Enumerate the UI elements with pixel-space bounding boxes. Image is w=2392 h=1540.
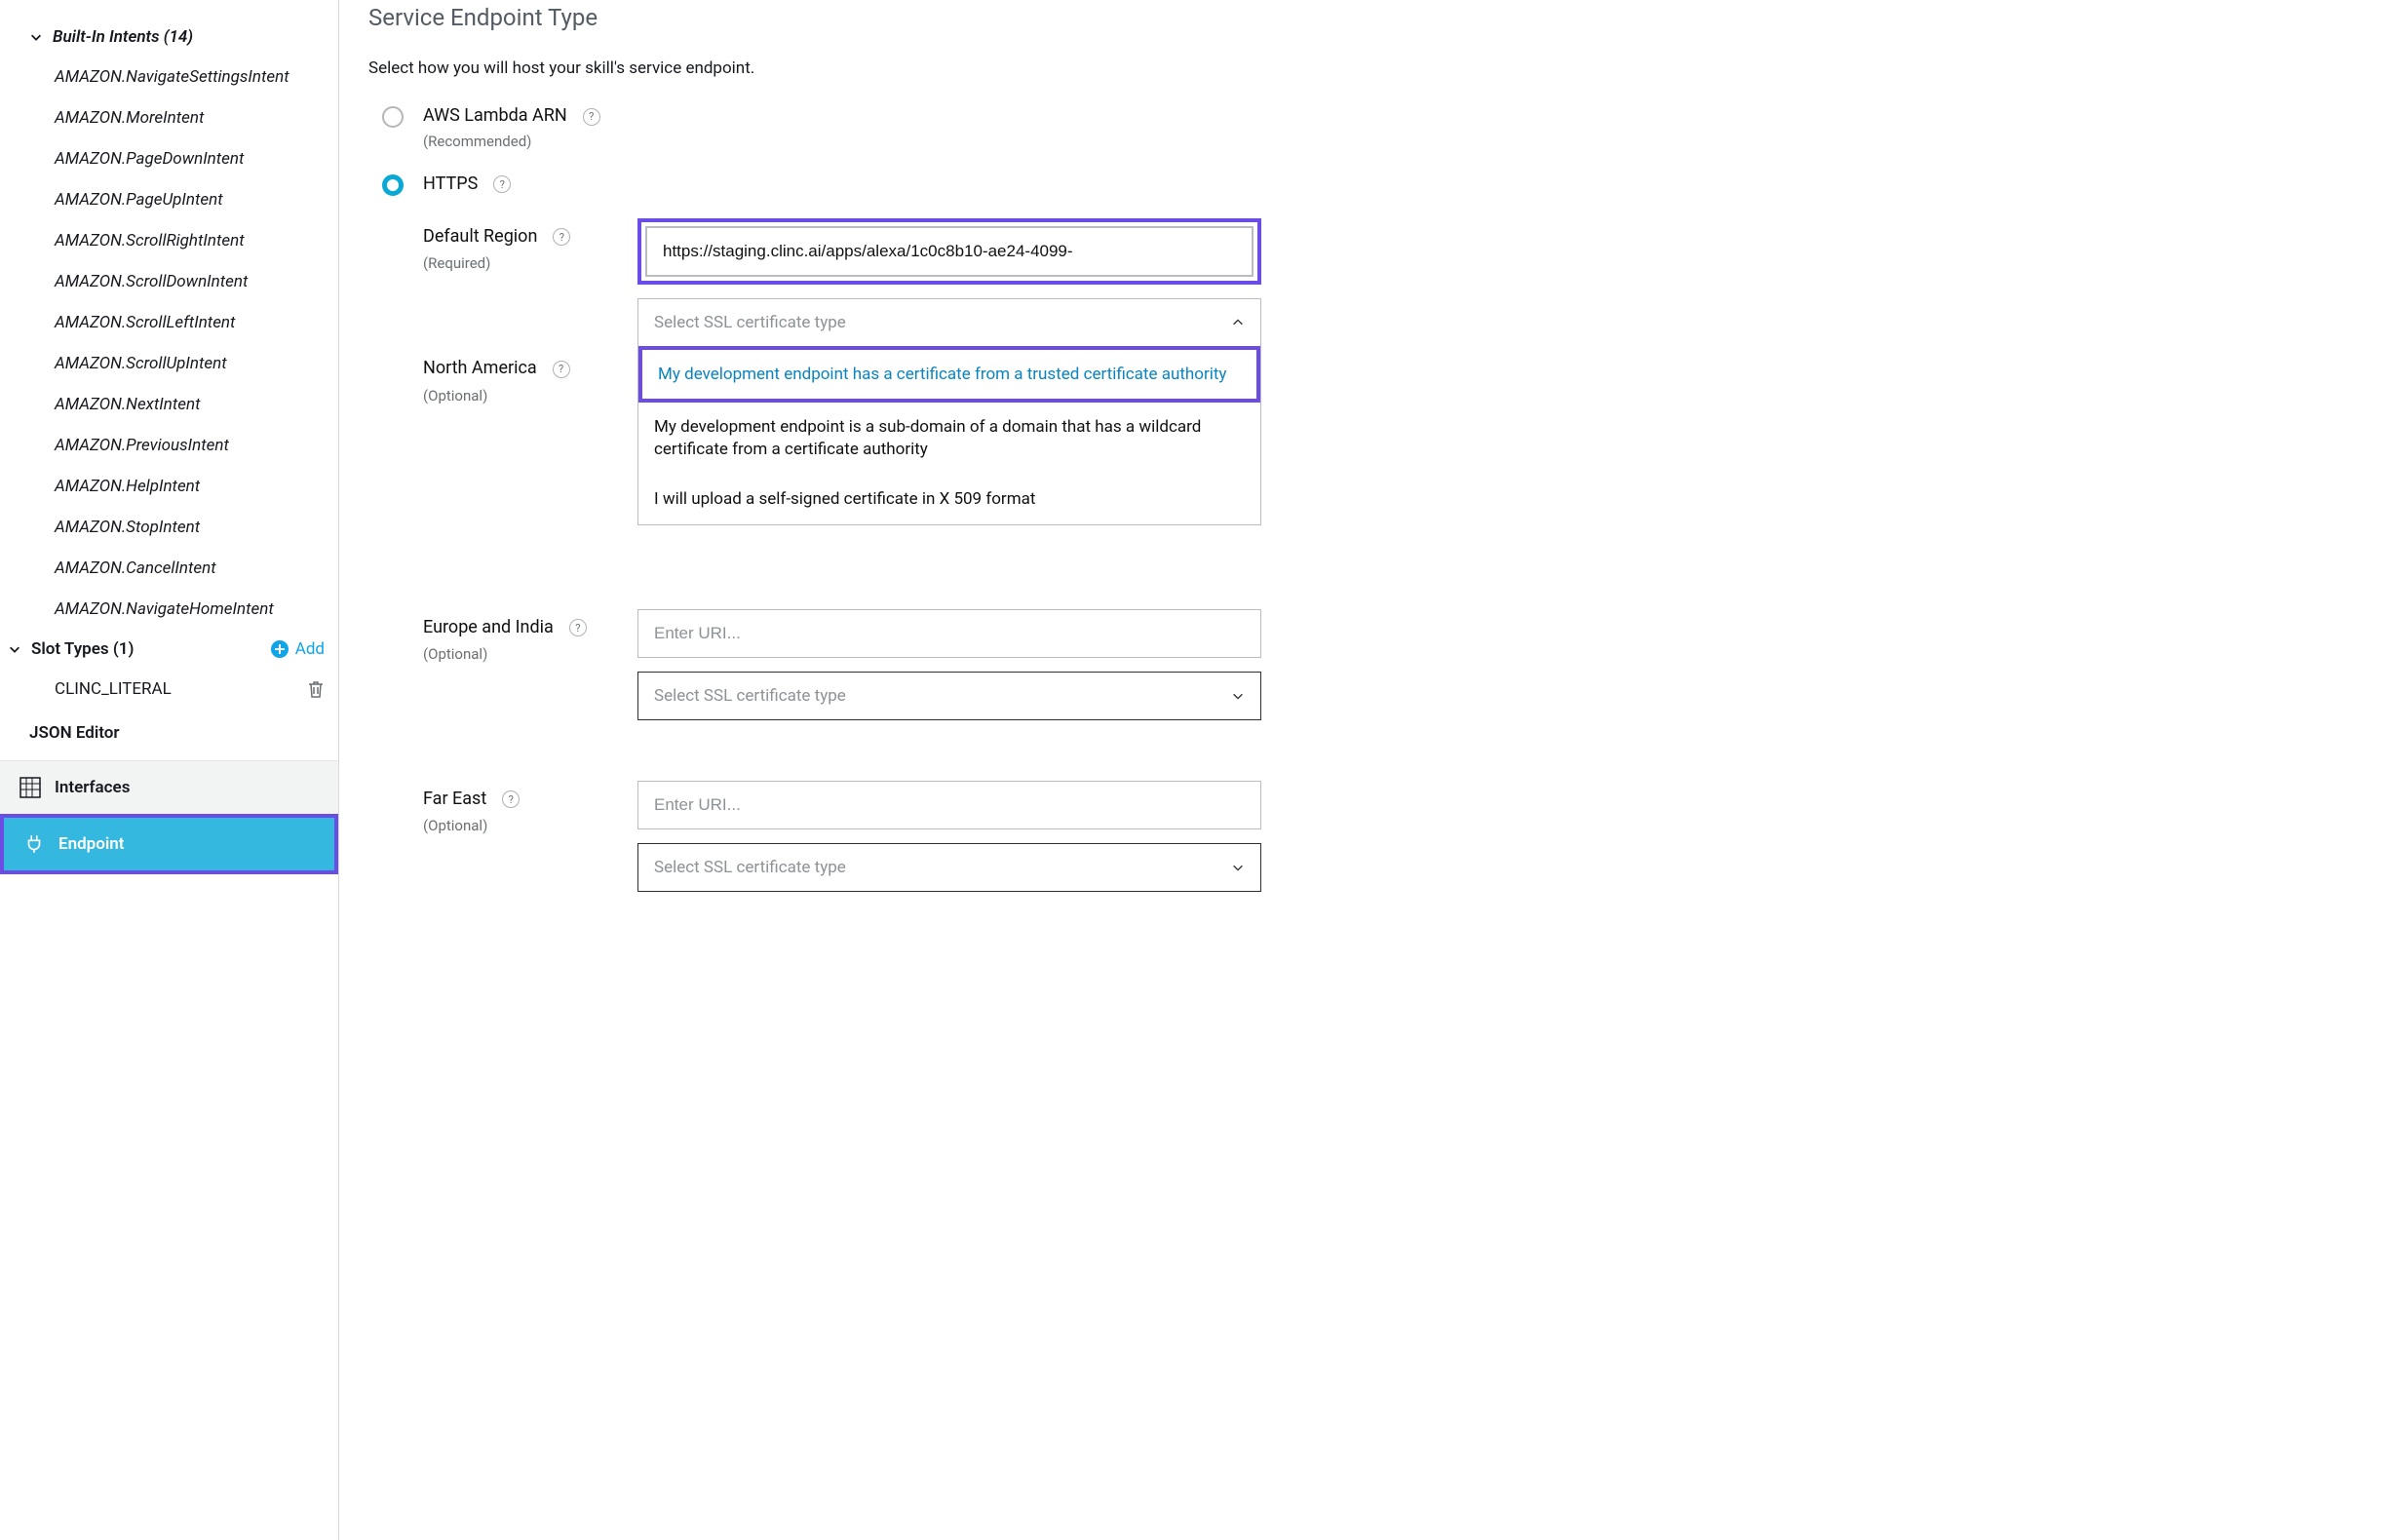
sidebar: Built-In Intents (14) AMAZON.NavigateSet… (0, 0, 339, 1540)
slot-types-header[interactable]: Slot Types (1) Add (0, 630, 338, 669)
region-default: Default Region ? (Required) Select SSL c… (423, 218, 2353, 526)
sidebar-item-interfaces[interactable]: Interfaces (0, 760, 338, 814)
chevron-down-icon (29, 30, 43, 44)
radio-lambda-label: AWS Lambda ARN (423, 105, 567, 126)
intent-item[interactable]: AMAZON.MoreIntent (0, 97, 338, 138)
ssl-placeholder: Select SSL certificate type (654, 686, 846, 706)
ssl-select-trigger[interactable]: Select SSL certificate type (638, 299, 1260, 347)
ssl-options-list: My development endpoint has a certificat… (638, 346, 1260, 525)
ssl-select-trigger[interactable]: Select SSL certificate type (638, 844, 1260, 891)
intent-item[interactable]: AMAZON.CancelIntent (0, 548, 338, 589)
help-icon[interactable]: ? (493, 175, 511, 193)
intent-item[interactable]: AMAZON.NavigateHomeIntent (0, 589, 338, 630)
region-name: Europe and India (423, 617, 554, 637)
default-region-uri-input[interactable] (645, 226, 1254, 277)
ssl-option-wildcard[interactable]: My development endpoint is a sub-domain … (638, 403, 1260, 475)
intent-item[interactable]: AMAZON.PageUpIntent (0, 179, 338, 220)
chevron-down-icon (8, 642, 21, 656)
radio-icon-selected (382, 174, 404, 196)
region-req: (Required) (423, 254, 618, 272)
ssl-select-trigger[interactable]: Select SSL certificate type (638, 673, 1260, 719)
intent-item[interactable]: AMAZON.NextIntent (0, 384, 338, 425)
help-icon[interactable]: ? (553, 361, 570, 378)
help-icon[interactable]: ? (502, 790, 520, 808)
default-ssl-select: Select SSL certificate type My developme… (637, 298, 1261, 526)
page-subtitle: Select how you will host your skill's se… (368, 58, 2353, 78)
built-in-intents-header[interactable]: Built-In Intents (14) (0, 18, 338, 57)
intent-item[interactable]: AMAZON.ScrollUpIntent (0, 343, 338, 384)
sidebar-item-endpoint[interactable]: Endpoint (0, 814, 338, 874)
intent-item[interactable]: AMAZON.ScrollDownIntent (0, 261, 338, 302)
intent-item[interactable]: AMAZON.HelpIntent (0, 466, 338, 507)
json-editor-link[interactable]: JSON Editor (0, 710, 338, 756)
intent-item[interactable]: AMAZON.PreviousIntent (0, 425, 338, 466)
trash-icon[interactable] (307, 679, 325, 699)
intent-item[interactable]: AMAZON.ScrollLeftIntent (0, 302, 338, 343)
region-req: (Optional) (423, 387, 618, 404)
chevron-down-icon (1231, 861, 1245, 874)
radio-icon (382, 106, 404, 128)
region-name: Far East (423, 789, 486, 809)
eu-ssl-select[interactable]: Select SSL certificate type (637, 672, 1261, 720)
region-europe-india: Europe and India ? (Optional) Select SSL… (423, 609, 2353, 720)
help-icon[interactable]: ? (583, 108, 600, 126)
help-icon[interactable]: ? (569, 619, 587, 636)
radio-option-https[interactable]: HTTPS ? (382, 173, 2353, 195)
sidebar-scroll: Built-In Intents (14) AMAZON.NavigateSet… (0, 0, 338, 1540)
intent-item[interactable]: AMAZON.NavigateSettingsIntent (0, 57, 338, 97)
plus-circle-icon (270, 639, 295, 659)
chevron-down-icon (1231, 689, 1245, 703)
add-label: Add (295, 639, 325, 659)
eu-region-uri-input[interactable] (637, 609, 1261, 658)
main-content: Service Endpoint Type Select how you wil… (339, 0, 2392, 1540)
fe-region-uri-input[interactable] (637, 781, 1261, 829)
ssl-option-trusted-ca[interactable]: My development endpoint has a certificat… (642, 350, 1256, 400)
highlighted-ssl-option: My development endpoint has a certificat… (638, 346, 1260, 404)
grid-icon (18, 777, 43, 798)
interfaces-label: Interfaces (55, 778, 130, 797)
intent-item[interactable]: AMAZON.ScrollRightIntent (0, 220, 338, 261)
radio-lambda-sub: (Recommended) (423, 133, 600, 150)
help-icon[interactable]: ? (553, 228, 570, 246)
region-req: (Optional) (423, 645, 618, 663)
slot-types-label: Slot Types (1) (31, 639, 134, 659)
ssl-placeholder: Select SSL certificate type (654, 313, 846, 332)
radio-https-label: HTTPS (423, 173, 478, 194)
page-title: Service Endpoint Type (368, 4, 2353, 31)
region-name: North America (423, 358, 537, 378)
chevron-up-icon (1231, 316, 1245, 329)
highlighted-default-uri (637, 218, 1261, 285)
intent-item[interactable]: AMAZON.PageDownIntent (0, 138, 338, 179)
region-far-east: Far East ? (Optional) Select SSL certifi… (423, 781, 2353, 892)
intent-item[interactable]: AMAZON.StopIntent (0, 507, 338, 548)
region-req: (Optional) (423, 817, 618, 834)
built-in-intents-label: Built-In Intents (14) (53, 27, 193, 47)
plug-icon (21, 833, 47, 855)
fe-ssl-select[interactable]: Select SSL certificate type (637, 843, 1261, 892)
slot-type-item[interactable]: CLINC_LITERAL (0, 669, 338, 710)
endpoint-label: Endpoint (58, 834, 124, 854)
ssl-option-self-signed[interactable]: I will upload a self-signed certificate … (638, 475, 1260, 524)
ssl-placeholder: Select SSL certificate type (654, 858, 846, 877)
slot-type-name: CLINC_LITERAL (55, 679, 172, 699)
add-slot-type-button[interactable]: Add (270, 639, 325, 659)
radio-option-lambda[interactable]: AWS Lambda ARN ? (Recommended) (382, 105, 2353, 150)
region-name: Default Region (423, 226, 537, 247)
